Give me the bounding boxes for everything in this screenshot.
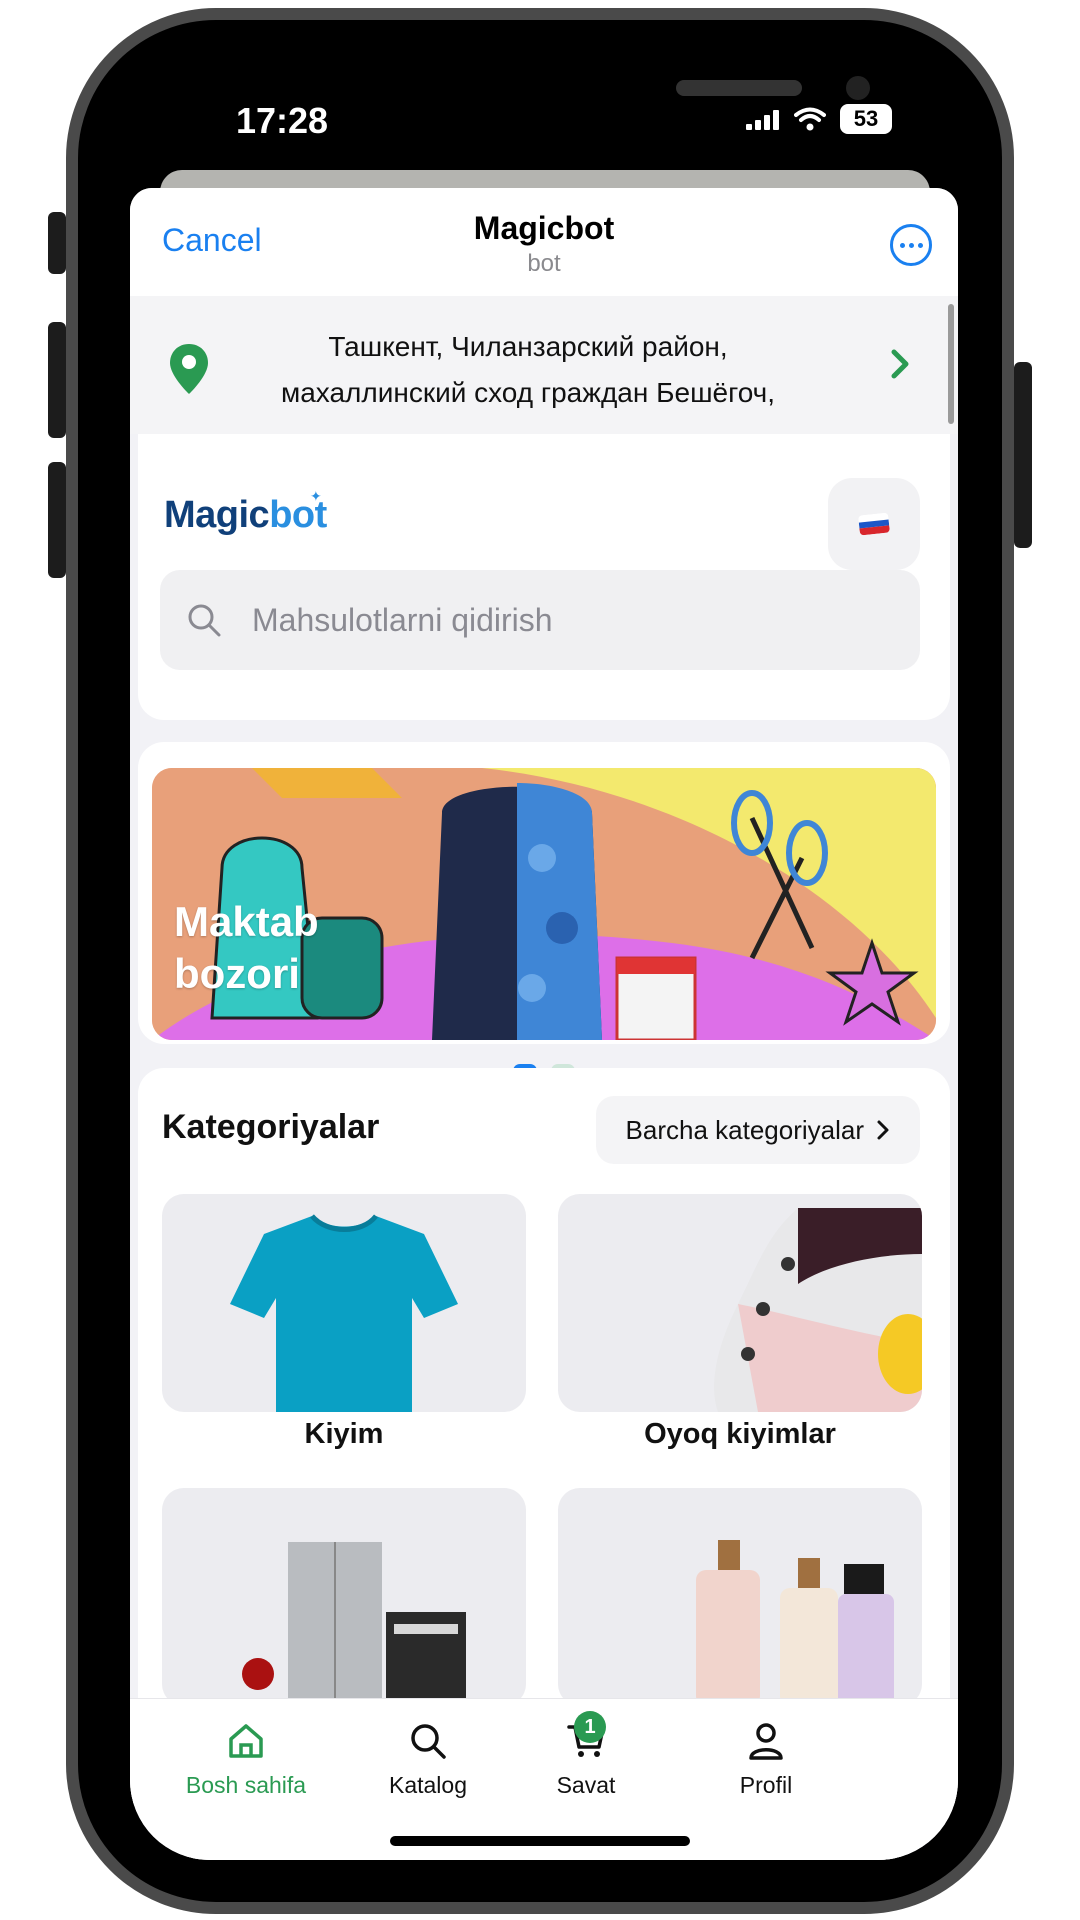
address-text: Ташкент, Чиланзарский район, махаллински… bbox=[248, 324, 808, 416]
category-tile-perfume[interactable] bbox=[558, 1488, 922, 1706]
signal-icon bbox=[746, 110, 779, 130]
status-icons: 53 bbox=[746, 104, 892, 134]
tab-label: Profil bbox=[739, 1772, 793, 1798]
wifi-icon bbox=[794, 107, 826, 131]
tab-label: Savat bbox=[556, 1772, 616, 1798]
language-button[interactable] bbox=[828, 478, 920, 570]
sheet-header: Cancel Magicbot bot bbox=[130, 188, 958, 296]
appliances-image bbox=[242, 1542, 466, 1706]
battery-indicator: 53 bbox=[840, 104, 892, 134]
tab-label: Katalog bbox=[388, 1772, 467, 1798]
magicbot-logo[interactable]: Magicbot bbox=[164, 494, 327, 537]
all-categories-button[interactable]: Barcha kategoriyalar bbox=[595, 1096, 920, 1164]
banner-title: Maktab bozori bbox=[174, 898, 319, 997]
scroll-indicator bbox=[948, 304, 954, 424]
search-input[interactable] bbox=[252, 601, 772, 639]
user-icon bbox=[749, 1723, 783, 1760]
russia-flag-icon bbox=[858, 512, 890, 536]
chevron-right-icon bbox=[891, 349, 909, 379]
chevron-right-icon bbox=[877, 1120, 889, 1140]
perfume-image bbox=[696, 1540, 894, 1706]
more-dot-icon bbox=[917, 242, 923, 248]
search-icon bbox=[188, 604, 221, 637]
all-categories-label: Barcha kategoriyalar bbox=[625, 1114, 864, 1145]
tab-bar: Bosh sahifa Katalog 1 Savat Profil bbox=[130, 1698, 958, 1860]
categories-card: Kategoriyalar Barcha kategoriyalar Kiyim bbox=[138, 1068, 950, 1768]
notch bbox=[330, 62, 870, 128]
sheet-title: Magicbot bbox=[473, 210, 615, 246]
webapp-content: Ташкент, Чиланзарский район, махаллински… bbox=[130, 296, 958, 1860]
more-options-button[interactable] bbox=[890, 224, 932, 266]
search-bar[interactable] bbox=[160, 570, 920, 670]
home-icon bbox=[229, 1724, 263, 1758]
cart-badge: 1 bbox=[574, 1711, 606, 1743]
tab-label: Bosh sahifa bbox=[185, 1772, 307, 1798]
tab-home[interactable]: Bosh sahifa bbox=[156, 1721, 336, 1799]
sneaker-image bbox=[714, 1208, 922, 1412]
promo-banner[interactable]: Maktab bozori bbox=[152, 768, 936, 1040]
address-line-2: махаллинский сход граждан Бешёгоч, bbox=[280, 377, 776, 408]
more-dot-icon bbox=[899, 242, 905, 248]
volume-up-button bbox=[48, 322, 66, 438]
header-card: Magicbot ✦ bbox=[138, 434, 950, 720]
home-indicator bbox=[390, 1836, 690, 1846]
category-label: Kiyim bbox=[304, 1418, 384, 1450]
category-tile-appliances[interactable] bbox=[162, 1488, 526, 1706]
location-pin-icon bbox=[170, 344, 208, 394]
search-icon bbox=[411, 1724, 446, 1759]
sparkle-icon: ✦ bbox=[310, 488, 322, 504]
categories-title: Kategoriyalar bbox=[162, 1108, 380, 1146]
power-button bbox=[1014, 362, 1032, 548]
tab-katalog[interactable]: Katalog bbox=[338, 1721, 518, 1799]
banner-card: Maktab bozori bbox=[138, 742, 950, 1078]
category-tile-kiyim[interactable] bbox=[162, 1194, 526, 1412]
address-bar[interactable]: Ташкент, Чиланзарский район, махаллински… bbox=[130, 296, 958, 434]
tab-savat[interactable]: 1 Savat bbox=[496, 1711, 676, 1799]
category-tile-oyoq-kiyimlar[interactable] bbox=[558, 1194, 922, 1412]
tab-profil[interactable]: Profil bbox=[676, 1721, 856, 1799]
front-camera bbox=[846, 76, 870, 100]
tshirt-image bbox=[230, 1214, 458, 1412]
volume-down-button bbox=[48, 462, 66, 578]
address-line-1: Ташкент, Чиланзарский район, bbox=[328, 331, 728, 362]
mute-switch bbox=[48, 212, 66, 274]
sheet-subtitle: bot bbox=[527, 250, 561, 277]
status-time: 17:28 bbox=[236, 100, 329, 141]
speaker bbox=[676, 80, 802, 96]
category-label: Oyoq kiyimlar bbox=[644, 1418, 836, 1450]
more-dot-icon bbox=[908, 242, 914, 248]
webapp-sheet: Cancel Magicbot bot Ташкент, Чиланзарски… bbox=[130, 188, 958, 1860]
status-bar: 17:28 53 bbox=[124, 62, 962, 172]
